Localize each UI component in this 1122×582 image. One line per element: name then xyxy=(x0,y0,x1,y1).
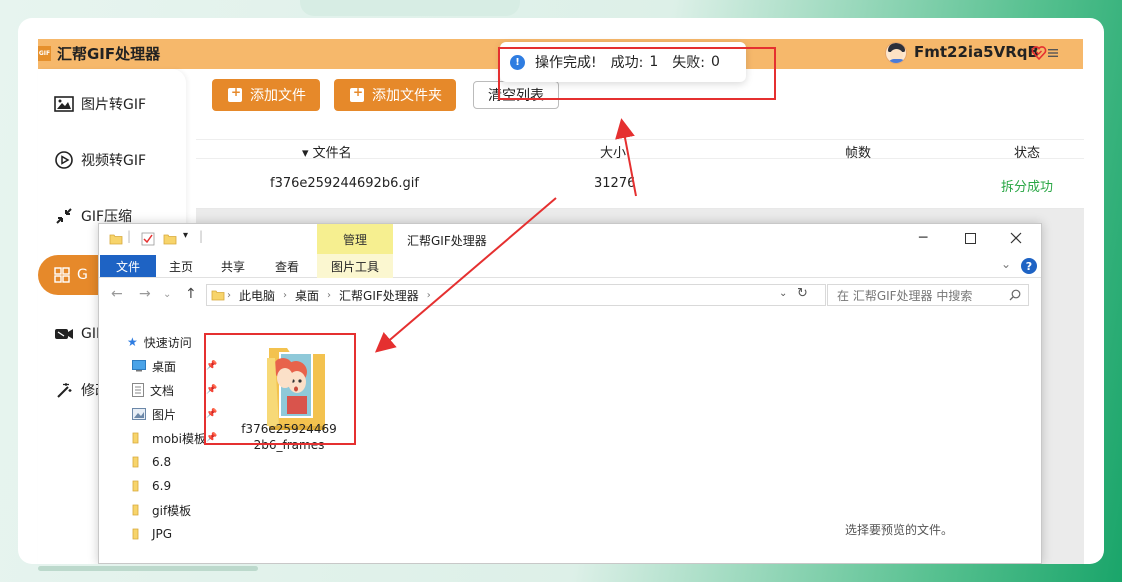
app-window: GIF 汇帮GIF处理器 Fmt22ia5VRqB 图片转GIF 视频转GIF … xyxy=(18,18,1104,564)
background-bar xyxy=(38,566,258,571)
arrow-to-folder xyxy=(374,197,557,353)
arrow-to-toast xyxy=(615,118,637,197)
background-notch xyxy=(300,0,520,16)
annotation-arrows xyxy=(374,118,637,353)
